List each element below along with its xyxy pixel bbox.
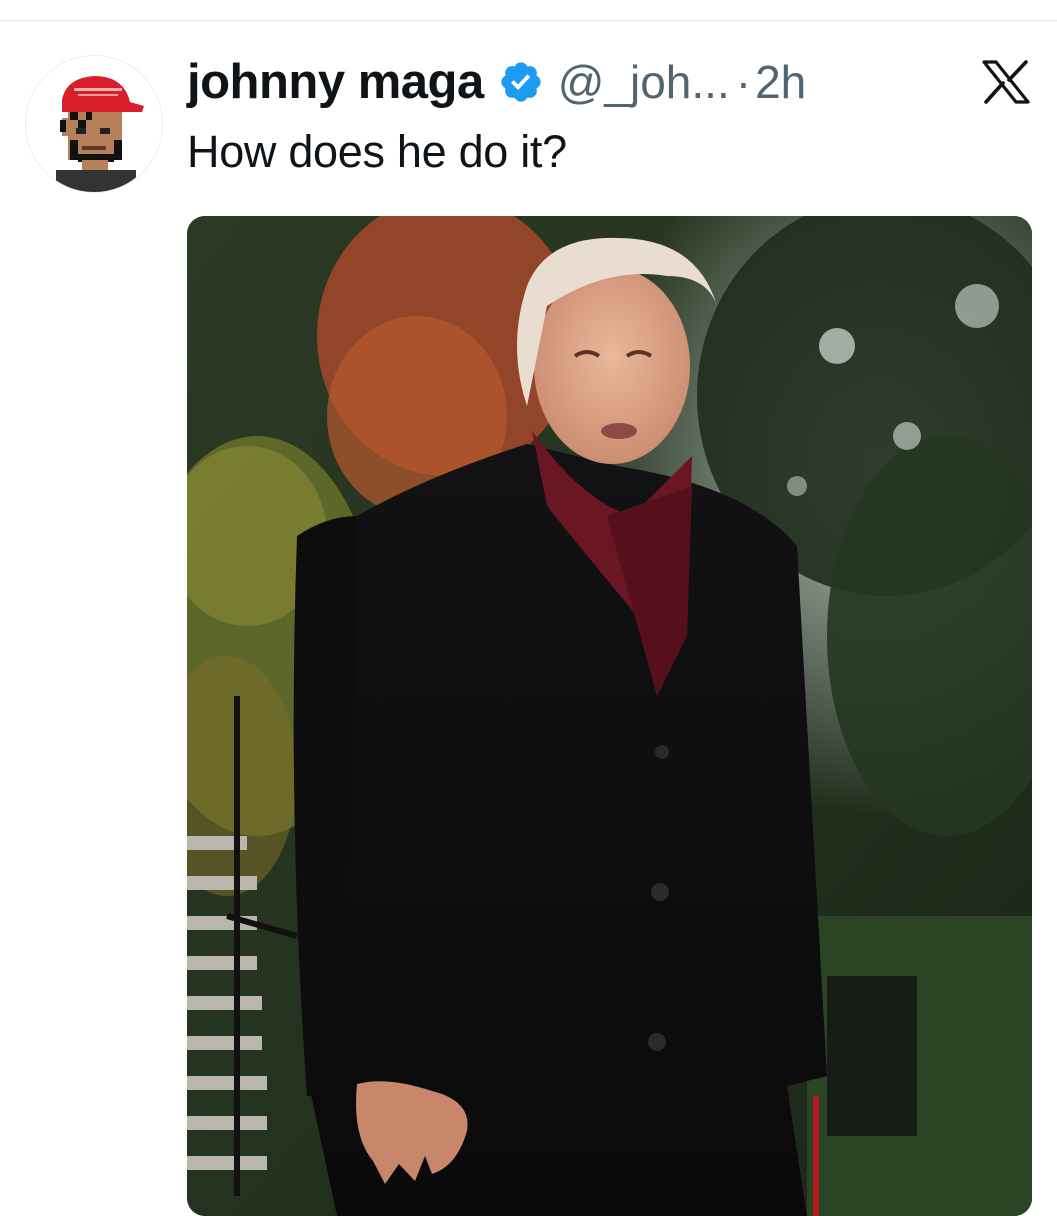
separator-dot: ·: [735, 56, 752, 108]
tweet-header: johnny maga @_joh... · 2h: [187, 52, 806, 112]
timestamp[interactable]: 2h: [755, 55, 806, 109]
verified-badge-icon[interactable]: [498, 59, 544, 105]
author-display-name[interactable]: johnny maga: [187, 54, 484, 110]
tweet-media-photo[interactable]: [187, 216, 1032, 1216]
tweet-text: How does he do it?: [187, 126, 567, 177]
avatar[interactable]: [25, 55, 163, 193]
photo-man-in-dark-coat-red-scarf: [187, 216, 1032, 1216]
top-divider: [0, 20, 1057, 21]
pixel-maga-hat-avatar-icon: [26, 56, 162, 192]
x-logo-icon[interactable]: [982, 60, 1030, 104]
author-handle[interactable]: @_joh...: [558, 55, 730, 109]
